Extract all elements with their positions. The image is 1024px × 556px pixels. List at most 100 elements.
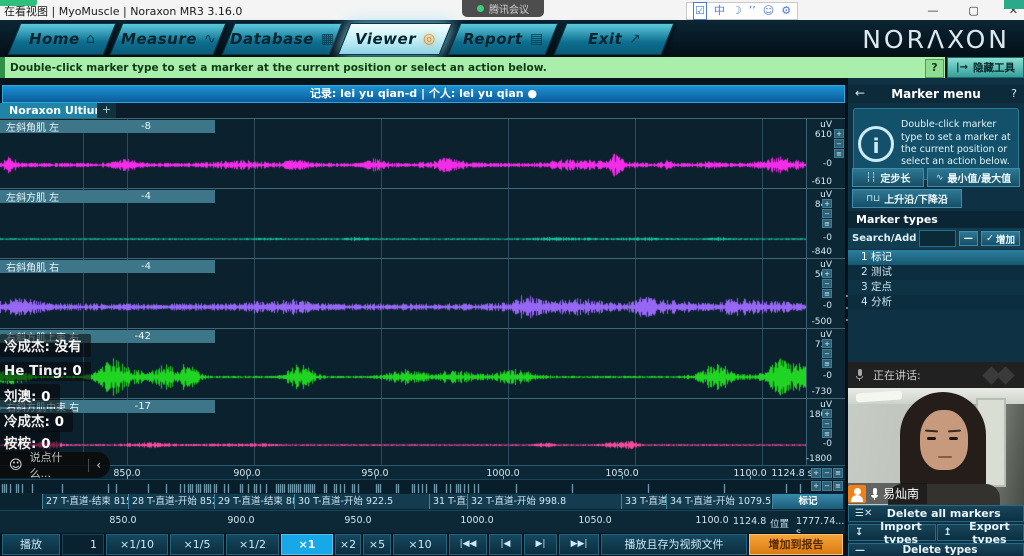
scale-zoom-in-button[interactable]: + (822, 339, 832, 348)
channel-label-1[interactable]: 左斜角肌 左 -8 (0, 120, 215, 133)
add-to-report-button[interactable]: 增加到报告 (749, 534, 843, 555)
hint-bar: Double-click marker type to set a marker… (0, 57, 945, 78)
marker-panel-header: ← Marker menu ? (848, 85, 1024, 103)
scale-menu-button[interactable]: ≡ (834, 149, 844, 158)
speed-button[interactable]: ×1/2 (226, 534, 279, 555)
participant-avatar-icon (848, 485, 866, 503)
tickrow-zoom-out-button[interactable]: − (822, 481, 832, 491)
overview-ruler[interactable]: 850.0 900.0 950.0 1000.0 1050.0 1100.0 1… (0, 510, 845, 533)
emoji-icon[interactable]: ☺ (9, 458, 23, 473)
tencent-meeting-badge[interactable]: 腾讯会议 (462, 0, 544, 17)
minimize-button[interactable]: — (927, 4, 938, 17)
marker-type-row[interactable]: 4 分析 (848, 295, 1024, 310)
skip-to-start-button[interactable]: |◀◀ (449, 534, 487, 555)
marker-search-row: Search/Add — ✓ 增加 (848, 228, 1024, 249)
skip-to-end-button[interactable]: ▶▶| (559, 534, 599, 555)
scale-menu-button[interactable]: ≡ (822, 289, 832, 298)
marker-type-row[interactable]: 1 标记 (848, 250, 1024, 265)
timeline-marker[interactable]: 33 T-直道-... (621, 494, 666, 509)
ime-settings-icon[interactable]: ⚙ (781, 3, 791, 19)
scale-menu-button[interactable]: ≡ (822, 219, 832, 228)
ruler-menu-button[interactable]: ≡ (833, 468, 843, 478)
ime-user-icon[interactable]: ☺ (763, 3, 774, 19)
add-type-label: 增加 (996, 232, 1015, 246)
help-button[interactable]: ? (925, 59, 944, 78)
speed-button[interactable]: ×1/10 (106, 534, 168, 555)
speed-button[interactable]: ×1/5 (170, 534, 224, 555)
play-button[interactable]: 播放 (2, 534, 60, 555)
fixed-step-button[interactable]: ┆┆ 定步长 (852, 168, 924, 187)
tab-database[interactable]: Database ▦ (222, 23, 343, 55)
time-ruler[interactable]: 850.0 900.0 950.0 1000.0 1050.0 1100.0 1… (0, 465, 845, 480)
delete-types-button[interactable]: — Delete types (848, 543, 1024, 556)
channel-label-2[interactable]: 左斜方肌 左 -4 (0, 190, 215, 203)
ime-mode-icon[interactable]: ☑ (693, 2, 707, 20)
scale-zoom-out-button[interactable]: − (822, 349, 832, 358)
timeline-marker[interactable]: 31 T-直道-... (429, 494, 467, 509)
prev-marker-button[interactable]: |◀ (489, 534, 522, 555)
next-marker-button[interactable]: ▶| (524, 534, 557, 555)
marker-type-button[interactable]: 标记 (772, 494, 843, 509)
time-end-label: 1124.8 s (768, 468, 816, 479)
timeline-marker[interactable]: 28 T-直道-开始 852.6 (128, 494, 214, 509)
tickrow-menu-button[interactable]: ≡ (833, 481, 843, 491)
marker-tick-row[interactable]: +−≡ (0, 479, 845, 494)
export-types-button[interactable]: ↥ Export types (937, 524, 1024, 541)
min-max-button[interactable]: ∿ 最小值/最大值 (927, 168, 1020, 187)
ime-toolbar[interactable]: ☑ 中 ☽ ’’ ☺ ⚙ (686, 2, 798, 20)
tab-report[interactable]: Report ▤ (448, 23, 559, 55)
home-icon: ⌂ (86, 31, 95, 47)
marker-type-row[interactable]: 2 测试 (848, 265, 1024, 280)
timeline-marker[interactable]: 27 T-直道-结束 815.6 (42, 494, 128, 509)
scale-zoom-out-button[interactable]: − (822, 419, 832, 428)
microphone-icon (856, 369, 863, 381)
hide-tools-button[interactable]: |→ 隐藏工具 (947, 57, 1024, 78)
speed-button-active[interactable]: ×1 (281, 534, 333, 555)
import-types-button[interactable]: ↧ Import types (848, 524, 936, 541)
collapse-chat-icon[interactable]: ‹ (96, 458, 101, 472)
ruler-zoom-in-button[interactable]: + (811, 468, 821, 478)
scale-zoom-out-button[interactable]: − (822, 279, 832, 288)
speed-button[interactable]: ×10 (393, 534, 447, 555)
overview-tick-label: 850.0 (101, 515, 145, 526)
marker-type-row[interactable]: 3 定点 (848, 280, 1024, 295)
speed-button[interactable]: ×5 (363, 534, 391, 555)
loop-count-input[interactable]: 1 (62, 534, 104, 555)
save-video-button[interactable]: 播放且存为视频文件 (601, 534, 747, 555)
rising-falling-edge-button[interactable]: ⊓⊔ 上升沿/下降沿 (852, 189, 962, 208)
timeline-marker[interactable]: 32 T-直道-开始 998.8 (467, 494, 621, 509)
scale-zoom-in-button[interactable]: + (822, 409, 832, 418)
webcam-video[interactable]: 易灿南 (848, 388, 1024, 505)
ruler-zoom-out-button[interactable]: − (822, 468, 832, 478)
ime-punct-icon[interactable]: ’’ (749, 3, 756, 19)
scale-zoom-in-button[interactable]: + (834, 129, 844, 138)
scale-zoom-in-button[interactable]: + (822, 199, 832, 208)
chat-input[interactable]: ☺ 说点什么... ‹ (0, 452, 110, 478)
scale-menu-button[interactable]: ≡ (822, 359, 832, 368)
timeline-marker[interactable]: 34 T-直道-开始 1079.5 (666, 494, 771, 509)
add-type-button[interactable]: ✓ 增加 (981, 231, 1020, 246)
timeline-marker[interactable]: 29 T-直道-结束 889.4 (214, 494, 294, 509)
meeting-badge-label: 腾讯会议 (489, 1, 529, 16)
maximize-button[interactable]: ▢ (968, 4, 978, 17)
overview-end-label: 1124.8 (733, 516, 766, 527)
scale-zoom-out-button[interactable]: − (834, 139, 844, 148)
timeline-marker[interactable]: 30 T-直道-开始 922.5 (294, 494, 429, 509)
ime-moon-icon[interactable]: ☽ (732, 3, 742, 19)
speed-button[interactable]: ×2 (335, 534, 361, 555)
scale-menu-button[interactable]: ≡ (822, 429, 832, 438)
participant-mic-icon (871, 488, 878, 500)
tab-measure[interactable]: Measure ∿ (110, 23, 227, 55)
search-add-input[interactable] (919, 230, 955, 247)
marker-panel-help-button[interactable]: ? (1011, 87, 1017, 100)
tab-exit[interactable]: Exit ↗ (554, 23, 675, 55)
scale-zoom-out-button[interactable]: − (822, 209, 832, 218)
channel-label-3[interactable]: 右斜角肌 右 -4 (0, 260, 215, 273)
tab-home[interactable]: Home ⌂ (8, 23, 117, 55)
scale-zoom-in-button[interactable]: + (822, 269, 832, 278)
ime-lang-icon[interactable]: 中 (714, 3, 725, 19)
tab-viewer[interactable]: Viewer ◎ (338, 23, 453, 55)
remove-type-button[interactable]: — (959, 231, 979, 246)
tickrow-zoom-in-button[interactable]: + (811, 481, 821, 491)
add-view-tab[interactable]: + (97, 103, 116, 118)
